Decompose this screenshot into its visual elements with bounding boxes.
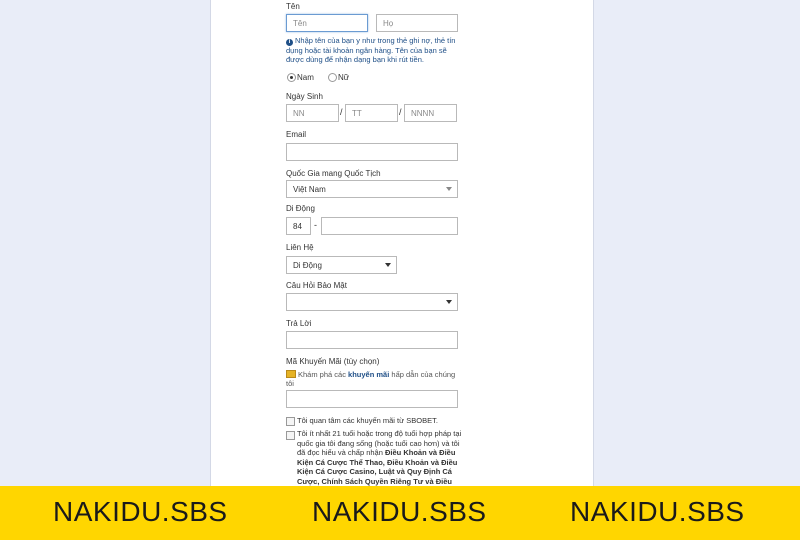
mobile-label: Di Động [286, 204, 315, 213]
answer-label: Trả Lời [286, 319, 312, 328]
answer-input[interactable] [286, 331, 458, 349]
date-separator: / [340, 107, 343, 117]
promo-code-label: Mã Khuyến Mãi (tùy chọn) [286, 357, 380, 366]
mobile-country-code-input[interactable]: 84 [286, 217, 311, 235]
promotions-checkbox[interactable] [286, 417, 295, 426]
registration-form-panel: Tên Tên Họ i Nhập tên của bạn y như trong… [210, 0, 594, 540]
info-icon: i [286, 39, 293, 46]
nationality-selected-value: Việt Nam [293, 185, 326, 194]
contact-select[interactable]: Di Động [286, 256, 397, 274]
gender-female-label: Nữ [338, 73, 350, 82]
birth-day-input[interactable]: NN [286, 104, 339, 122]
promo-note-prefix: Khám phá các [298, 370, 346, 379]
promotions-link[interactable]: khuyến mãi [348, 370, 389, 379]
security-question-label: Câu Hỏi Bảo Mật [286, 281, 347, 290]
email-input[interactable] [286, 143, 458, 161]
name-info-note: i Nhập tên của bạn y như trong thẻ ghi nợ… [286, 36, 456, 64]
brand-watermark: NAKIDU.SBS [312, 496, 487, 527]
promo-code-input[interactable] [286, 390, 458, 408]
nationality-select[interactable]: Việt Nam [286, 180, 458, 198]
date-separator: / [399, 107, 402, 117]
chevron-down-icon [385, 263, 391, 267]
gender-male-radio[interactable] [287, 73, 296, 82]
mobile-number-input[interactable] [321, 217, 458, 235]
last-name-input[interactable]: Họ [376, 14, 458, 32]
chevron-down-icon [446, 300, 452, 304]
birth-year-input[interactable]: NNNN [404, 104, 457, 122]
brand-watermark: NAKIDU.SBS [53, 496, 228, 527]
name-label: Tên [286, 2, 300, 11]
mobile-separator: - [314, 220, 317, 230]
email-label: Email [286, 130, 307, 139]
security-question-select[interactable] [286, 293, 458, 311]
brand-watermark: NAKIDU.SBS [570, 496, 745, 527]
terms-checkbox-label: Tôi ít nhất 21 tuổi hoặc trong độ tuổi h… [297, 429, 463, 486]
promotions-checkbox-label: Tôi quan tâm các khuyến mãi từ SBOBET. [297, 416, 438, 425]
contact-label: Liên Hệ [286, 243, 314, 252]
promo-note: Khám phá các khuyến mãi hấp dẫn của chún… [286, 370, 456, 388]
gender-male-label: Nam [297, 73, 314, 82]
watermark-banner: NAKIDU.SBS NAKIDU.SBS NAKIDU.SBS [0, 486, 800, 540]
name-info-text: Nhập tên của bạn y như trong thẻ ghi nợ,… [286, 36, 456, 64]
gender-female-radio[interactable] [328, 73, 337, 82]
birthdate-label: Ngày Sinh [286, 92, 323, 101]
chevron-down-icon [446, 187, 452, 191]
terms-checkbox[interactable] [286, 431, 295, 440]
contact-selected-value: Di Động [293, 261, 322, 270]
birth-month-input[interactable]: TT [345, 104, 398, 122]
first-name-input[interactable]: Tên [286, 14, 368, 32]
ticket-icon [286, 370, 296, 378]
nationality-label: Quốc Gia mang Quốc Tịch [286, 169, 381, 178]
